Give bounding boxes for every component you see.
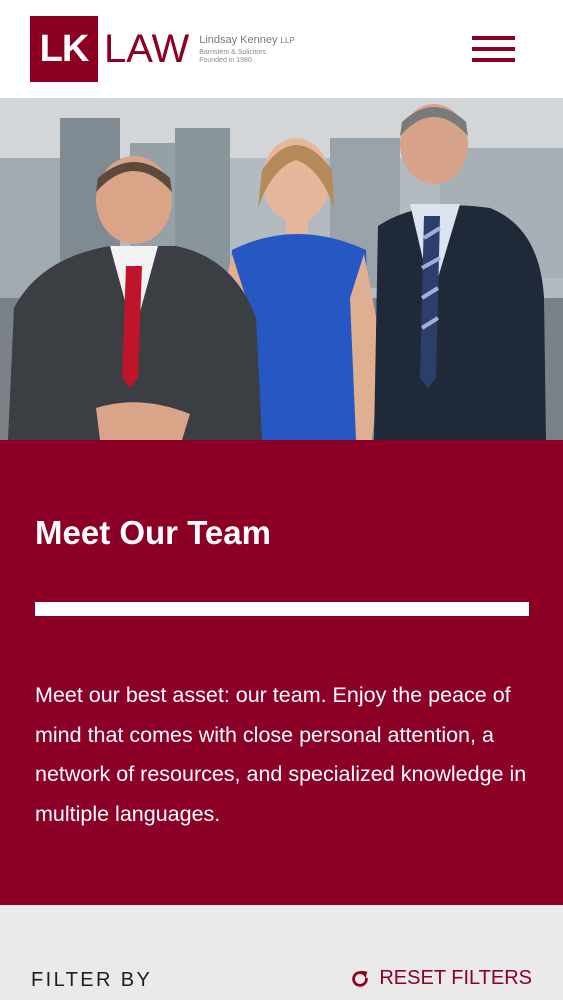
meet-our-team-section: Meet Our Team Meet our best asset: our t… bbox=[0, 440, 563, 905]
filter-by-label: FILTER BY bbox=[31, 969, 153, 991]
refresh-icon bbox=[352, 970, 369, 987]
reset-filters-label: RESET FILTERS bbox=[379, 967, 532, 989]
site-logo[interactable]: LK LAW Lindsay Kenney LLP Barristers & S… bbox=[30, 16, 295, 82]
team-hero-photo bbox=[0, 98, 563, 440]
logo-mark: LK bbox=[30, 16, 98, 82]
section-title: Meet Our Team bbox=[35, 514, 271, 551]
site-header: LK LAW Lindsay Kenney LLP Barristers & S… bbox=[0, 0, 563, 98]
menu-bar bbox=[472, 36, 515, 40]
section-description: Meet our best asset: our team. Enjoy the… bbox=[35, 683, 527, 826]
menu-bar bbox=[472, 47, 515, 51]
logo-subtitle-line-2: Founded in 1980 bbox=[199, 56, 252, 64]
logo-firm-suffix: LLP bbox=[280, 35, 295, 45]
logo-subtitle-line-1: Barristers & Solicitors bbox=[199, 48, 267, 56]
reset-filters-button[interactable]: RESET FILTERS bbox=[349, 967, 532, 990]
logo-tagline: Lindsay Kenney LLP Barristers & Solicito… bbox=[199, 34, 295, 64]
team-photo-illustration bbox=[0, 98, 563, 440]
logo-firm-line: Lindsay Kenney LLP bbox=[199, 34, 295, 46]
hamburger-menu-icon[interactable] bbox=[472, 36, 515, 62]
menu-bar bbox=[472, 58, 515, 62]
page: LK LAW Lindsay Kenney LLP Barristers & S… bbox=[0, 0, 563, 1000]
logo-firm-name: Lindsay Kenney bbox=[199, 33, 278, 46]
filter-bar: FILTER BY RESET FILTERS bbox=[0, 905, 563, 1000]
section-divider bbox=[35, 602, 529, 616]
logo-wordmark: LAW bbox=[104, 27, 190, 71]
logo-subtitle: Barristers & Solicitors Founded in 1980 bbox=[199, 49, 295, 64]
